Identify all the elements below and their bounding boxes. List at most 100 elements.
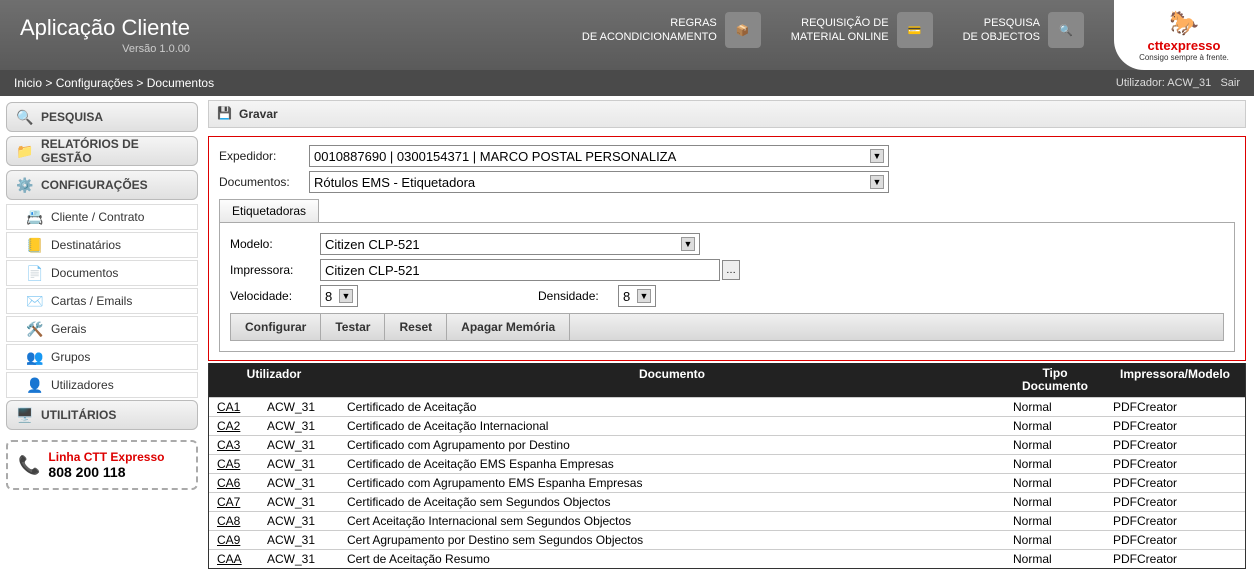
- reset-button[interactable]: Reset: [385, 314, 447, 340]
- tab-etiquetadoras[interactable]: Etiquetadoras: [219, 199, 319, 222]
- row-code-link[interactable]: CA7: [217, 495, 240, 509]
- impressora-browse-button[interactable]: …: [722, 260, 740, 280]
- exit-link[interactable]: Sair: [1220, 77, 1240, 89]
- col-tipo: Tipo Documento: [1005, 363, 1105, 397]
- row-code-link[interactable]: CA3: [217, 438, 240, 452]
- chevron-down-icon: ▼: [637, 289, 651, 303]
- mail-icon: ✉️: [27, 293, 43, 309]
- sidebar-pesquisa[interactable]: 🔍 PESQUISA: [6, 102, 198, 132]
- document-icon: 📄: [27, 265, 43, 281]
- row-code-link[interactable]: CA8: [217, 514, 240, 528]
- sidebar-item-grupos[interactable]: 👥Grupos: [6, 344, 198, 370]
- row-user: ACW_31: [259, 417, 339, 435]
- row-code-link[interactable]: CA1: [217, 400, 240, 414]
- row-doc: Certificado com Agrupamento EMS Espanha …: [339, 474, 1005, 492]
- row-code-link[interactable]: CA2: [217, 419, 240, 433]
- modelo-select[interactable]: Citizen CLP-521 ▼: [320, 233, 700, 255]
- tab-strip: Etiquetadoras: [219, 199, 1235, 222]
- row-imp: PDFCreator: [1105, 512, 1245, 530]
- row-imp: PDFCreator: [1105, 474, 1245, 492]
- app-title: Aplicação Cliente: [20, 15, 190, 41]
- table-row: CA6ACW_31Certificado com Agrupamento EMS…: [209, 473, 1245, 492]
- sidebar-item-documentos[interactable]: 📄Documentos: [6, 260, 198, 286]
- sidebar-utilitarios-label: UTILITÁRIOS: [41, 408, 116, 422]
- impressora-input[interactable]: Citizen CLP-521: [320, 259, 720, 281]
- sidebar-item-gerais[interactable]: 🛠️Gerais: [6, 316, 198, 342]
- chevron-down-icon: ▼: [339, 289, 353, 303]
- sidebar-item-cliente[interactable]: 📇Cliente / Contrato: [6, 204, 198, 230]
- sidebar-item-utilizadores[interactable]: 👤 Utilizadores: [6, 372, 198, 398]
- sidebar-item-destinatarios[interactable]: 📒Destinatários: [6, 232, 198, 258]
- sidebar-pesquisa-label: PESQUISA: [41, 110, 103, 124]
- user-icon: 👤: [27, 377, 43, 393]
- row-user: ACW_31: [259, 512, 339, 530]
- link-pesquisa-label: PESQUISA DE OBJECTOS: [963, 16, 1040, 45]
- sidebar-item-util-label: Utilizadores: [51, 378, 114, 392]
- row-tipo: Normal: [1005, 417, 1105, 435]
- table-row: CA1ACW_31Certificado de AceitaçãoNormalP…: [209, 397, 1245, 416]
- row-code-link[interactable]: CA5: [217, 457, 240, 471]
- breadcrumb[interactable]: Inicio > Configurações > Documentos: [14, 76, 214, 90]
- chevron-down-icon: ▼: [870, 149, 884, 163]
- app-version: Versão 1.0.00: [20, 43, 190, 55]
- table-row: CA9ACW_31Cert Agrupamento por Destino se…: [209, 530, 1245, 549]
- save-icon: 💾: [217, 106, 233, 122]
- row-doc: Certificado de Aceitação sem Segundos Ob…: [339, 493, 1005, 511]
- documentos-select[interactable]: Rótulos EMS - Etiquetadora ▼: [309, 171, 889, 193]
- apagar-button[interactable]: Apagar Memória: [447, 314, 570, 340]
- row-code-link[interactable]: CAA: [217, 552, 242, 566]
- expedidor-value: 0010887690 | 0300154371 | MARCO POSTAL P…: [314, 149, 676, 164]
- velocidade-select[interactable]: 8 ▼: [320, 285, 358, 307]
- impressora-value: Citizen CLP-521: [325, 263, 420, 278]
- expedidor-label: Expedidor:: [219, 149, 309, 163]
- chevron-down-icon: ▼: [870, 175, 884, 189]
- link-requisicao[interactable]: REQUISIÇÃO DE MATERIAL ONLINE 💳: [791, 12, 933, 48]
- row-tipo: Normal: [1005, 531, 1105, 549]
- link-pesquisa-obj[interactable]: PESQUISA DE OBJECTOS 🔍: [963, 12, 1084, 48]
- sidebar-item-cartas-label: Cartas / Emails: [51, 294, 132, 308]
- tools-icon: 🛠️: [27, 321, 43, 337]
- phone-box: 📞 Linha CTT Expresso 808 200 118: [6, 440, 198, 490]
- velocidade-label: Velocidade:: [230, 289, 320, 303]
- sidebar-utilitarios[interactable]: 🖥️ UTILITÁRIOS: [6, 400, 198, 430]
- link-regras[interactable]: REGRAS DE ACONDICIONAMENTO 📦: [582, 12, 761, 48]
- sidebar-config-label: CONFIGURAÇÕES: [41, 178, 148, 192]
- magnifier-icon: 🔍: [17, 109, 33, 125]
- row-code-link[interactable]: CA6: [217, 476, 240, 490]
- row-code-link[interactable]: CA9: [217, 533, 240, 547]
- phone-number: 808 200 118: [48, 464, 164, 480]
- sidebar-item-cliente-label: Cliente / Contrato: [51, 210, 144, 224]
- monitor-icon: 🖥️: [17, 407, 33, 423]
- row-doc: Cert Aceitação Internacional sem Segundo…: [339, 512, 1005, 530]
- table-row: CA2ACW_31Certificado de Aceitação Intern…: [209, 416, 1245, 435]
- row-tipo: Normal: [1005, 455, 1105, 473]
- expedidor-select[interactable]: 0010887690 | 0300154371 | MARCO POSTAL P…: [309, 145, 889, 167]
- user-label: Utilizador: ACW_31: [1116, 77, 1211, 89]
- horse-icon: 🐎: [1169, 9, 1199, 38]
- sidebar-relatorios[interactable]: 📁 RELATÓRIOS DE GESTÃO: [6, 136, 198, 166]
- action-bar: Configurar Testar Reset Apagar Memória: [230, 313, 1224, 341]
- row-user: ACW_31: [259, 493, 339, 511]
- sidebar-relatorios-label: RELATÓRIOS DE GESTÃO: [41, 137, 187, 165]
- densidade-select[interactable]: 8 ▼: [618, 285, 656, 307]
- configurar-button[interactable]: Configurar: [231, 314, 321, 340]
- row-tipo: Normal: [1005, 436, 1105, 454]
- user-area: Utilizador: ACW_31 Sair: [1116, 77, 1240, 89]
- sidebar-item-grupos-label: Grupos: [51, 350, 90, 364]
- sidebar-configuracoes[interactable]: ⚙️ CONFIGURAÇÕES: [6, 170, 198, 200]
- row-imp: PDFCreator: [1105, 455, 1245, 473]
- row-tipo: Normal: [1005, 550, 1105, 568]
- sidebar-item-cartas[interactable]: ✉️ Cartas / Emails: [6, 288, 198, 314]
- link-requisicao-label: REQUISIÇÃO DE MATERIAL ONLINE: [791, 16, 889, 45]
- addressbook-icon: 📒: [27, 237, 43, 253]
- impressora-label: Impressora:: [230, 263, 320, 277]
- col-utilizador: Utilizador: [209, 363, 339, 397]
- testar-button[interactable]: Testar: [321, 314, 385, 340]
- row-tipo: Normal: [1005, 493, 1105, 511]
- row-doc: Cert de Aceitação Resumo: [339, 550, 1005, 568]
- col-documento: Documento: [339, 363, 1005, 397]
- save-button[interactable]: Gravar: [239, 107, 278, 121]
- table-row: CAAACW_31Cert de Aceitação ResumoNormalP…: [209, 549, 1245, 568]
- row-imp: PDFCreator: [1105, 493, 1245, 511]
- search-globe-icon: 🔍: [1048, 12, 1084, 48]
